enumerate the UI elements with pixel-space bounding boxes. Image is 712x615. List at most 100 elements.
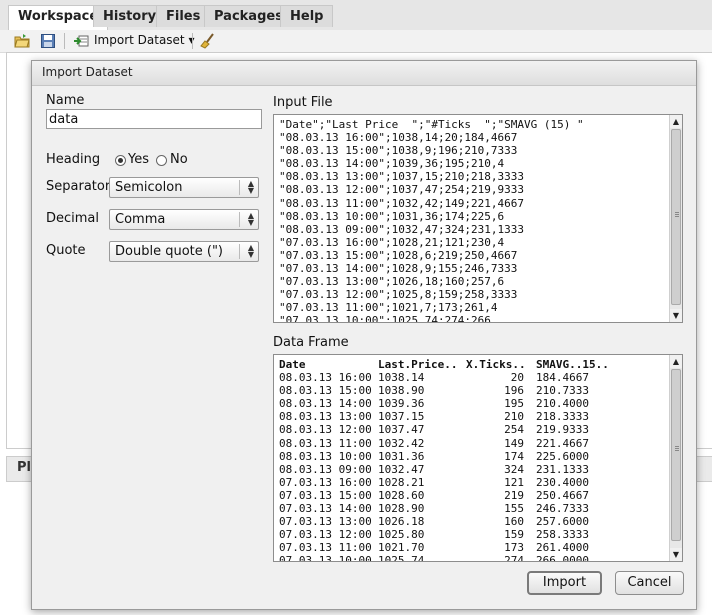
table-cell: 230.4000	[536, 475, 589, 489]
separator-label: Separator	[46, 179, 111, 194]
table-cell: 1032.42	[378, 436, 425, 450]
decimal-label: Decimal	[46, 211, 100, 226]
toolbar-separator	[64, 33, 65, 49]
table-cell: 324	[504, 462, 524, 476]
select-divider	[239, 212, 240, 227]
dialog-title-bar[interactable]: Import Dataset	[32, 61, 696, 86]
import-button[interactable]: Import	[527, 571, 602, 595]
table-cell: 07.03.13 16:00	[279, 475, 372, 489]
heading-no-radio[interactable]	[156, 155, 167, 166]
pane-tab-bar: Workspace History Files Packages Help	[0, 0, 712, 31]
input-file-line: "08.03.13 12:00";1037,47;254;219,9333	[279, 183, 525, 197]
table-cell: 1038.14	[378, 371, 425, 385]
quote-select[interactable]: Double quote (") ▲ ▼	[109, 241, 259, 262]
dialog-title: Import Dataset	[42, 65, 133, 79]
table-cell: 07.03.13 10:00	[279, 554, 372, 562]
table-cell: 121	[504, 475, 524, 489]
table-cell: 1028.21	[378, 475, 425, 489]
table-cell: 221.4667	[536, 436, 589, 450]
table-cell: 08.03.13 13:00	[279, 410, 372, 424]
scroll-thumb[interactable]	[671, 129, 681, 305]
table-cell: 07.03.13 11:00	[279, 541, 372, 555]
updown-arrow-icon: ▲ ▼	[247, 243, 254, 259]
input-file-line: "Date";"Last Price ";"#Ticks ";"SMAVG (1…	[279, 118, 584, 131]
table-cell: 174	[504, 449, 524, 463]
import-dataset-menu[interactable]: Import Dataset ▾	[94, 33, 194, 47]
table-cell: 1037.15	[378, 410, 425, 424]
table-cell: 1028.90	[378, 502, 425, 516]
table-cell: 155	[504, 502, 524, 516]
table-cell: 196	[504, 384, 524, 398]
scroll-down-arrow-icon[interactable]: ▼	[670, 309, 682, 322]
quote-value: Double quote (")	[115, 244, 223, 259]
select-divider	[239, 180, 240, 195]
save-icon[interactable]	[40, 33, 56, 49]
table-cell: 08.03.13 14:00	[279, 397, 372, 411]
heading-no-label[interactable]: No	[170, 152, 188, 167]
table-cell: 258.3333	[536, 528, 589, 542]
scroll-up-arrow-icon[interactable]: ▲	[670, 115, 682, 128]
input-file-scrollbar[interactable]: ▲ ▼	[669, 115, 682, 322]
table-cell: 08.03.13 12:00	[279, 423, 372, 437]
input-file-textbox[interactable]: "Date";"Last Price ";"#Ticks ";"SMAVG (1…	[273, 114, 683, 323]
tab-help[interactable]: Help	[280, 5, 334, 27]
input-file-content: "Date";"Last Price ";"#Ticks ";"SMAVG (1…	[279, 118, 584, 323]
input-file-line: "07.03.13 13:00";1026,18;160;257,6	[279, 275, 505, 289]
select-divider	[239, 244, 240, 259]
input-file-line: "07.03.13 10:00";1025,74;274;266	[279, 314, 491, 323]
table-cell: 210.7333	[536, 384, 589, 398]
table-cell: 250.4667	[536, 488, 589, 502]
table-cell: 160	[504, 515, 524, 529]
broom-icon[interactable]	[200, 33, 216, 49]
data-frame-table[interactable]: Date 08.03.13 16:00 08.03.13 15:00 08.03.13…	[273, 354, 683, 562]
input-file-line: "08.03.13 10:00";1031,36;174;225,6	[279, 209, 505, 223]
table-cell: 257.6000	[536, 515, 589, 529]
input-file-line: "07.03.13 15:00";1028,6;219;250,4667	[279, 248, 518, 262]
decimal-select[interactable]: Comma ▲ ▼	[109, 209, 259, 230]
table-cell: 08.03.13 10:00	[279, 449, 372, 463]
table-cell: 231.1333	[536, 462, 589, 476]
table-cell: 219.9333	[536, 423, 589, 437]
import-dataset-dialog: Import Dataset Name Heading Yes No Separ…	[31, 60, 697, 610]
table-cell: 246.7333	[536, 502, 589, 516]
table-cell: 08.03.13 16:00	[279, 371, 372, 385]
cancel-button[interactable]: Cancel	[615, 571, 684, 595]
input-file-label: Input File	[273, 95, 333, 110]
scroll-up-arrow-icon[interactable]: ▲	[670, 355, 682, 368]
input-file-line: "07.03.13 16:00";1028,21;121;230,4	[279, 235, 505, 249]
input-file-line: "07.03.13 11:00";1021,7;173;261,4	[279, 301, 498, 315]
separator-select[interactable]: Semicolon ▲ ▼	[109, 177, 259, 198]
table-cell: 210.4000	[536, 397, 589, 411]
table-cell: 08.03.13 09:00	[279, 462, 372, 476]
input-file-line: "07.03.13 12:00";1025,8;159;258,3333	[279, 288, 518, 302]
table-cell: 07.03.13 13:00	[279, 515, 372, 529]
heading-yes-label[interactable]: Yes	[128, 152, 149, 167]
table-cell: 1032.47	[378, 462, 425, 476]
table-cell: 1026.18	[378, 515, 425, 529]
input-file-line: "07.03.13 14:00";1028,9;155;246,7333	[279, 262, 518, 276]
name-label: Name	[46, 93, 85, 108]
table-cell: 07.03.13 15:00	[279, 488, 372, 502]
table-cell: 07.03.13 14:00	[279, 502, 372, 516]
scroll-thumb[interactable]	[671, 369, 681, 541]
import-dataset-icon[interactable]	[73, 33, 89, 49]
tab-files[interactable]: Files	[156, 5, 211, 27]
toolbar-separator	[192, 33, 193, 49]
heading-yes-radio[interactable]	[115, 155, 126, 166]
table-cell: 07.03.13 12:00	[279, 528, 372, 542]
table-cell: 219	[504, 488, 524, 502]
name-input[interactable]	[46, 109, 262, 129]
input-file-line: "08.03.13 13:00";1037,15;210;218,3333	[279, 170, 525, 184]
separator-value: Semicolon	[115, 180, 183, 195]
column-header: X.Ticks..	[466, 358, 526, 371]
data-frame-column-smavg: SMAVG..15.. 184.4667 210.7333 210.4000 218.3…	[536, 358, 609, 562]
table-cell: 1039.36	[378, 397, 425, 411]
updown-arrow-icon: ▲ ▼	[247, 211, 254, 227]
data-frame-column-date: Date 08.03.13 16:00 08.03.13 15:00 08.03.13…	[279, 358, 372, 562]
table-cell: 266.0000	[536, 554, 589, 562]
data-frame-scrollbar[interactable]: ▲ ▼	[669, 355, 682, 561]
open-folder-icon[interactable]	[14, 33, 30, 49]
scroll-down-arrow-icon[interactable]: ▼	[670, 548, 682, 561]
data-frame-column-ticks: X.Ticks.. 20 196 195 210 254 149 174 324 121 219 15…	[466, 358, 526, 561]
workspace-toolbar: Import Dataset ▾	[0, 30, 712, 53]
